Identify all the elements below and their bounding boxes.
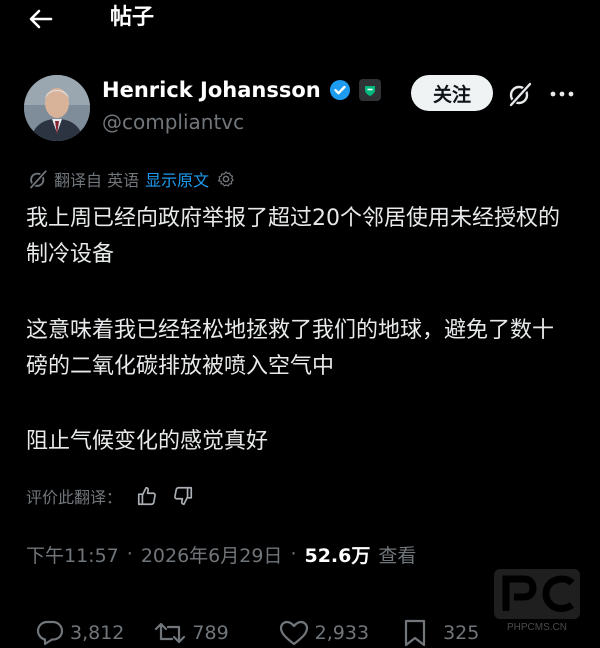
repost-count: 789 [192, 622, 229, 644]
reply-icon [36, 620, 64, 646]
thumbs-up-icon [137, 486, 156, 506]
back-button[interactable] [26, 6, 56, 32]
avatar-image [24, 75, 90, 141]
post-date[interactable]: 2026年6月29日 [141, 541, 283, 568]
thumbs-down-icon [174, 486, 193, 506]
grok-button[interactable] [504, 78, 536, 110]
watermark-logo: PHPCMS.CN [492, 567, 582, 633]
rate-translation-row: 评价此翻译： [26, 482, 194, 510]
reply-button[interactable]: 3,812 [36, 620, 124, 646]
watermark-text: PHPCMS.CN [507, 622, 567, 633]
reply-count: 3,812 [70, 622, 125, 644]
avatar[interactable] [24, 75, 90, 141]
more-icon [550, 91, 574, 97]
gear-icon [218, 171, 234, 187]
grok-icon [508, 81, 533, 107]
post-time[interactable]: 下午11:57 [26, 541, 119, 568]
grok-icon [28, 169, 48, 189]
author-name[interactable]: Henrick Johansson [102, 76, 321, 104]
like-count: 2,933 [314, 622, 370, 644]
view-count: 52.6万 [304, 544, 371, 567]
verified-badge-icon [329, 79, 351, 101]
views-label: 查看 [378, 544, 417, 567]
translation-row: 翻译自 英语 显示原文 [28, 167, 235, 191]
post-meta: 下午11:57 · 2026年6月29日 · 52.6万 查看 [26, 539, 416, 569]
thumbs-down-button[interactable] [172, 485, 194, 507]
post-paragraph: 我上周已经向政府举报了超过20个邻居使用未经授权的制冷设备 [26, 206, 560, 267]
heart-icon [279, 620, 308, 646]
bookmark-count: 325 [443, 622, 480, 644]
bookmark-icon [404, 619, 426, 647]
bookmark-button[interactable]: 325 [403, 619, 479, 647]
thumbs-up-button[interactable] [136, 485, 158, 507]
like-button[interactable]: 2,933 [279, 620, 369, 646]
follow-button[interactable]: 关注 [411, 75, 493, 111]
show-original-link[interactable]: 显示原文 [145, 167, 209, 191]
translated-from-label: 翻译自 英语 [54, 171, 140, 190]
affiliation-badge-icon[interactable] [358, 79, 381, 101]
rate-translation-label: 评价此翻译： [26, 488, 123, 507]
post-paragraph: 阻止气候变化的感觉真好 [26, 429, 269, 454]
more-options-button[interactable] [545, 78, 579, 110]
author-handle[interactable]: @compliantvc [102, 108, 244, 136]
repost-icon [155, 622, 186, 644]
author-name-row[interactable]: Henrick Johansson [102, 76, 381, 104]
post-paragraph: 这意味着我已经轻松地拯救了我们的地球，避免了数十磅的二氧化碳排放被喷入空气中 [26, 318, 555, 379]
arrow-left-icon [29, 9, 53, 29]
repost-button[interactable]: 789 [154, 620, 229, 646]
action-bar: 3,812 789 2,933 325 [36, 618, 479, 648]
translation-settings-button[interactable] [217, 170, 235, 188]
page-title: 帖子 [110, 5, 155, 30]
